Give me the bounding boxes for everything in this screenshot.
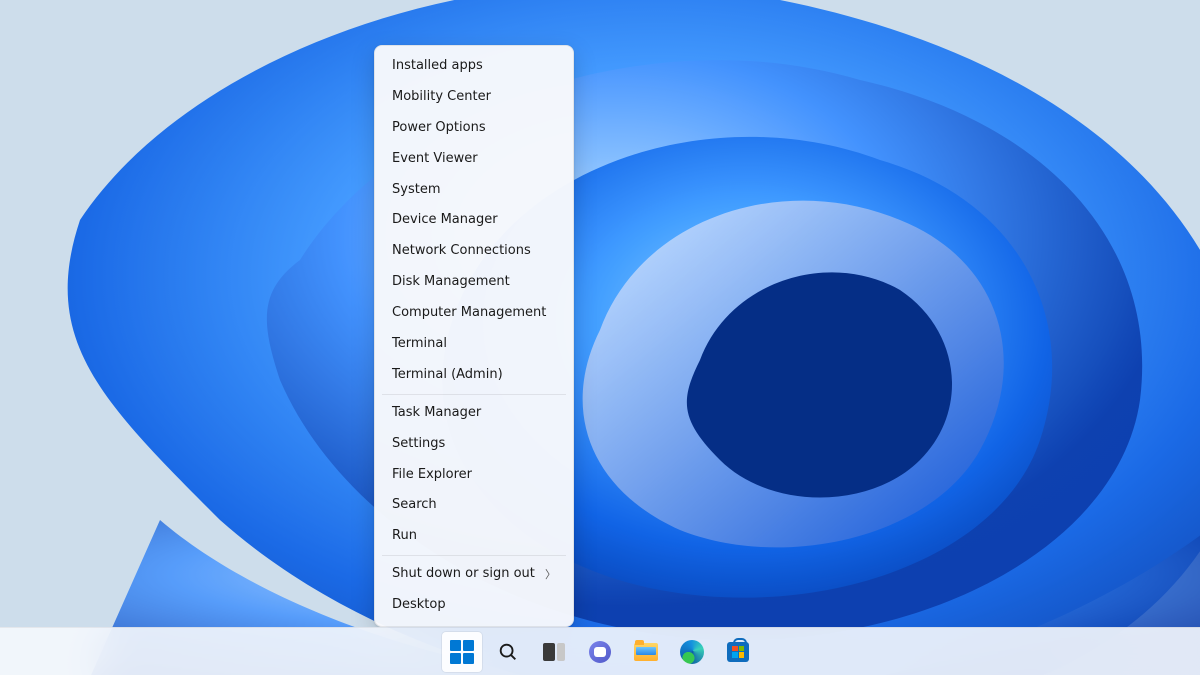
menu-item-network-connections[interactable]: Network Connections: [380, 236, 568, 267]
menu-item-task-manager[interactable]: Task Manager: [380, 398, 568, 429]
windows-logo-icon: [450, 640, 474, 664]
taskbar-store-button[interactable]: [718, 632, 758, 672]
menu-item-search[interactable]: Search: [380, 490, 568, 521]
taskbar-task-view-button[interactable]: [534, 632, 574, 672]
menu-item-installed-apps[interactable]: Installed apps: [380, 51, 568, 82]
microsoft-store-icon: [727, 642, 749, 662]
menu-item-label: Device Manager: [392, 212, 498, 229]
menu-item-label: System: [392, 182, 440, 199]
menu-item-disk-management[interactable]: Disk Management: [380, 267, 568, 298]
menu-item-label: Power Options: [392, 120, 486, 137]
file-explorer-icon: [634, 643, 658, 661]
menu-item-terminal[interactable]: Terminal: [380, 329, 568, 360]
menu-item-desktop[interactable]: Desktop: [380, 590, 568, 621]
taskbar-edge-button[interactable]: [672, 632, 712, 672]
menu-item-label: Event Viewer: [392, 151, 478, 168]
menu-item-terminal-admin[interactable]: Terminal (Admin): [380, 360, 568, 391]
menu-item-mobility-center[interactable]: Mobility Center: [380, 82, 568, 113]
menu-item-label: Terminal: [392, 336, 447, 353]
menu-item-label: Terminal (Admin): [392, 367, 503, 384]
menu-item-label: File Explorer: [392, 467, 472, 484]
search-icon: [497, 641, 519, 663]
menu-item-file-explorer[interactable]: File Explorer: [380, 460, 568, 491]
menu-item-label: Shut down or sign out: [392, 566, 535, 583]
menu-item-run[interactable]: Run: [380, 521, 568, 552]
menu-separator: [382, 555, 566, 556]
menu-item-power-options[interactable]: Power Options: [380, 113, 568, 144]
desktop-wallpaper: [0, 0, 1200, 675]
taskbar-file-explorer-button[interactable]: [626, 632, 666, 672]
menu-item-label: Task Manager: [392, 405, 481, 422]
menu-item-label: Run: [392, 528, 417, 545]
menu-item-settings[interactable]: Settings: [380, 429, 568, 460]
menu-item-label: Settings: [392, 436, 445, 453]
chevron-right-icon: 〉: [545, 568, 556, 582]
taskbar-chat-button[interactable]: [580, 632, 620, 672]
menu-item-label: Installed apps: [392, 58, 483, 75]
menu-item-label: Desktop: [392, 597, 446, 614]
menu-item-shutdown-signout[interactable]: Shut down or sign out 〉: [380, 559, 568, 590]
menu-item-label: Mobility Center: [392, 89, 491, 106]
menu-item-label: Computer Management: [392, 305, 546, 322]
taskbar: [0, 627, 1200, 675]
menu-item-label: Network Connections: [392, 243, 531, 260]
winx-context-menu: Installed apps Mobility Center Power Opt…: [374, 45, 574, 627]
chat-icon: [589, 641, 611, 663]
menu-item-computer-management[interactable]: Computer Management: [380, 298, 568, 329]
menu-item-label: Disk Management: [392, 274, 510, 291]
menu-item-event-viewer[interactable]: Event Viewer: [380, 144, 568, 175]
menu-item-device-manager[interactable]: Device Manager: [380, 205, 568, 236]
menu-item-label: Search: [392, 497, 437, 514]
menu-separator: [382, 394, 566, 395]
taskbar-search-button[interactable]: [488, 632, 528, 672]
menu-item-system[interactable]: System: [380, 175, 568, 206]
edge-icon: [680, 640, 704, 664]
taskbar-center-items: [442, 632, 758, 672]
taskbar-start-button[interactable]: [442, 632, 482, 672]
task-view-icon: [543, 643, 565, 661]
